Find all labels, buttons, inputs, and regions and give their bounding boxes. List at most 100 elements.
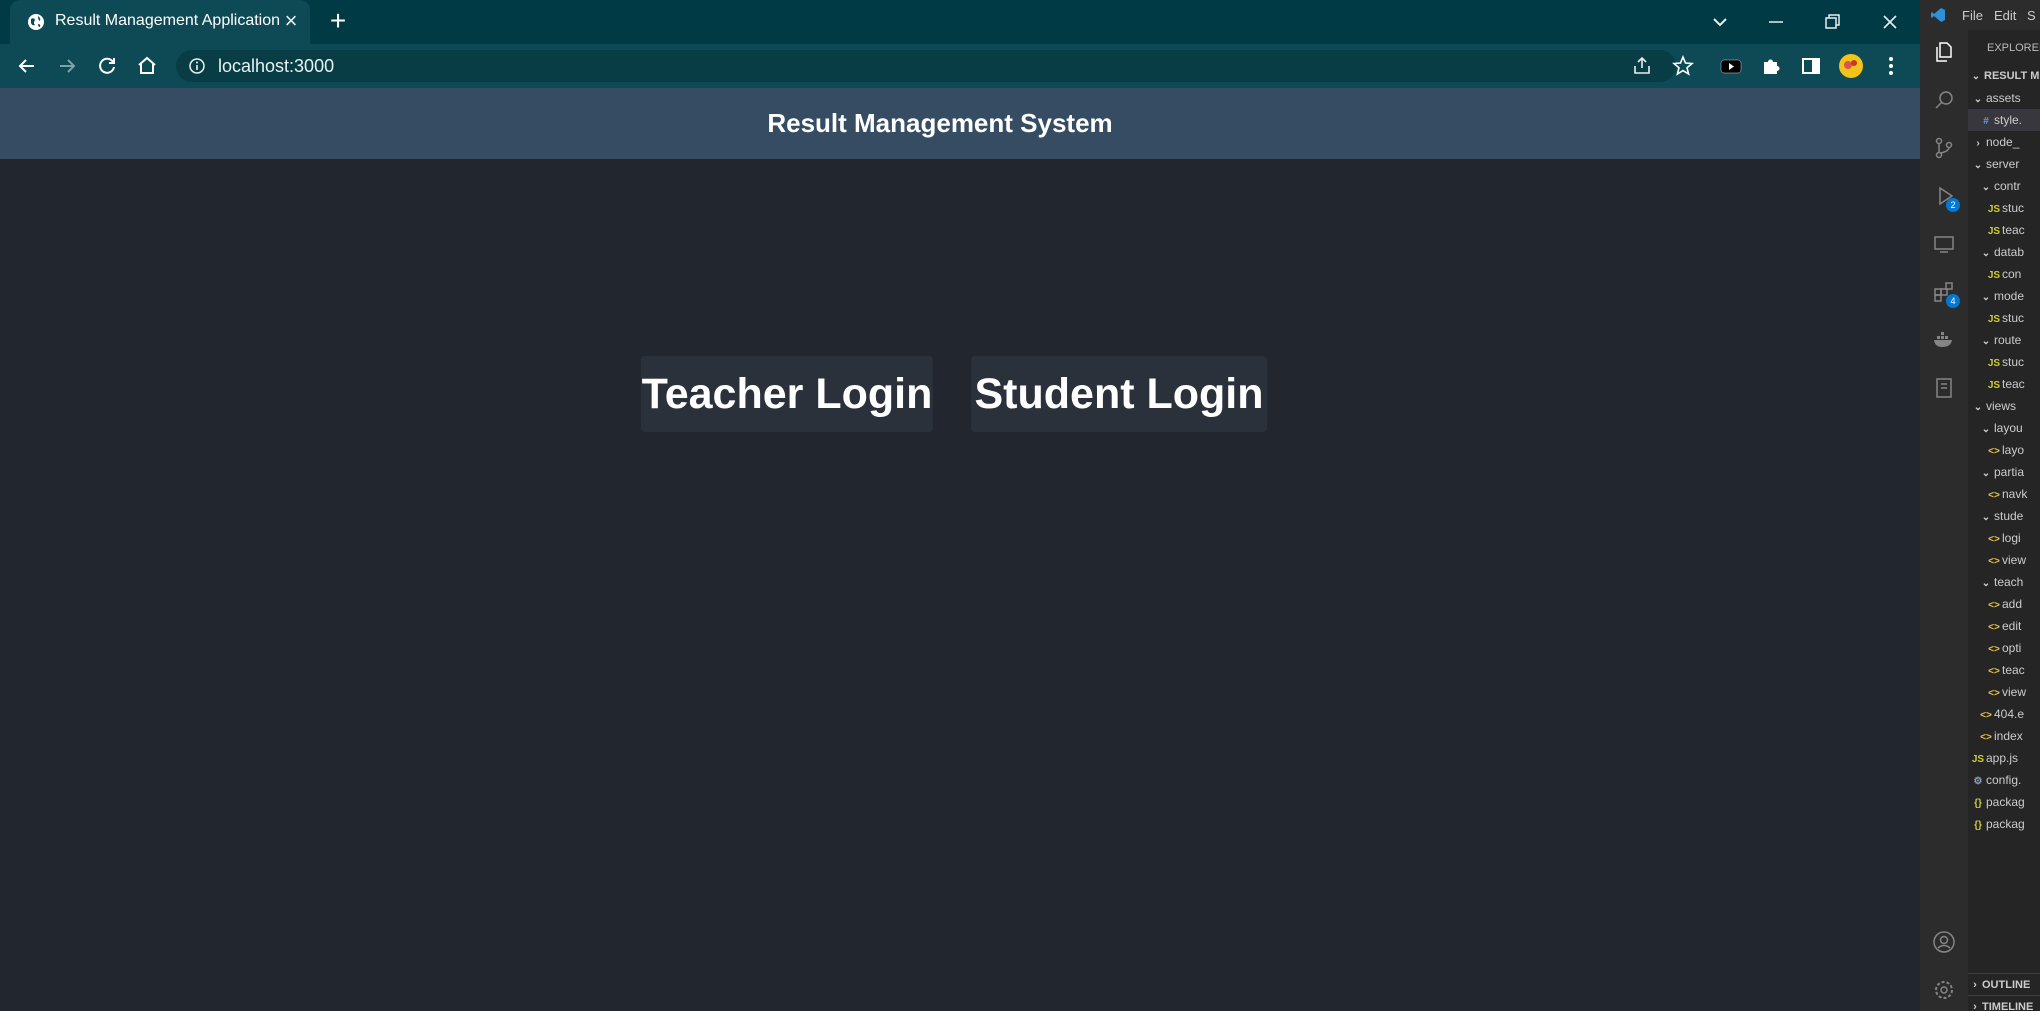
tree-item[interactable]: ⌄ stude <box>1968 505 2040 527</box>
restore-icon[interactable] <box>1818 8 1846 36</box>
browser-menu-icon[interactable] <box>1878 53 1904 79</box>
html-file-icon: <> <box>1988 622 2000 633</box>
tree-item[interactable]: <> layo <box>1968 439 2040 461</box>
tree-item[interactable]: ⌄ mode <box>1968 285 2040 307</box>
accounts-icon[interactable] <box>1932 930 1956 954</box>
url-text[interactable]: localhost:3000 <box>218 56 334 77</box>
gear-file-icon: ⚙ <box>1973 776 1983 787</box>
tree-item[interactable]: ⚙ config. <box>1968 769 2040 791</box>
tree-item[interactable]: › node_ <box>1968 131 2040 153</box>
tree-item[interactable]: JS con <box>1968 263 2040 285</box>
run-debug-badge: 2 <box>1946 198 1960 212</box>
tree-item-label: con <box>2002 267 2022 281</box>
html-file-icon: <> <box>1988 600 2000 611</box>
back-icon[interactable] <box>14 53 40 79</box>
tree-item[interactable]: {} packag <box>1968 813 2040 835</box>
tree-item-label: node_ <box>1986 135 2020 149</box>
tree-item[interactable]: JS stuc <box>1968 307 2040 329</box>
html-file-icon: <> <box>1980 732 1992 743</box>
tree-item[interactable]: ⌄ contr <box>1968 175 2040 197</box>
tree-item[interactable]: ⌄ layou <box>1968 417 2040 439</box>
forward-icon[interactable] <box>54 53 80 79</box>
js-file-icon: JS <box>1987 358 2001 369</box>
site-info-icon[interactable] <box>188 57 206 75</box>
extensions-puzzle-icon[interactable] <box>1758 53 1784 79</box>
menu-edit[interactable]: Edit <box>1994 8 2016 23</box>
tree-item[interactable]: JS teac <box>1968 219 2040 241</box>
tree-item-label: contr <box>1994 179 2021 193</box>
bookmark-star-icon[interactable] <box>1670 53 1696 79</box>
reload-icon[interactable] <box>94 53 120 79</box>
close-tab-icon[interactable]: × <box>280 10 302 32</box>
tree-item-label: edit <box>2002 619 2022 633</box>
tree-item[interactable]: <> 404.e <box>1968 703 2040 725</box>
tree-item[interactable]: <> opti <box>1968 637 2040 659</box>
explorer-files-icon[interactable] <box>1932 40 1956 64</box>
project-root[interactable]: ⌄ RESULT M <box>1968 65 2040 87</box>
search-icon[interactable] <box>1932 88 1956 112</box>
close-window-icon[interactable] <box>1876 8 1904 36</box>
remote-explorer-icon[interactable] <box>1932 232 1956 256</box>
browser-toolbar: localhost:3000 <box>0 44 1920 88</box>
address-bar[interactable]: localhost:3000 <box>176 50 1676 82</box>
youtube-extension-icon[interactable] <box>1718 53 1744 79</box>
tree-item-label: mode <box>1994 289 2025 303</box>
timeline-label: TIMELINE <box>1982 1001 2034 1011</box>
tree-item[interactable]: <> add <box>1968 593 2040 615</box>
run-debug-icon[interactable]: 2 <box>1932 184 1960 212</box>
chevron-icon: ⌄ <box>1973 402 1983 413</box>
menu-selection[interactable]: S <box>2027 8 2036 23</box>
teacher-login-button[interactable]: Teacher Login <box>641 356 933 432</box>
tree-item[interactable]: ⌄ assets <box>1968 87 2040 109</box>
notebook-icon[interactable] <box>1932 376 1956 400</box>
chevron-icon: ⌄ <box>1981 182 1991 193</box>
tree-item[interactable]: <> logi <box>1968 527 2040 549</box>
tree-item[interactable]: ⌄ views <box>1968 395 2040 417</box>
tree-item[interactable]: <> view <box>1968 549 2040 571</box>
tree-item[interactable]: ⌄ partia <box>1968 461 2040 483</box>
tree-item[interactable]: JS stuc <box>1968 197 2040 219</box>
tree-item-label: stuc <box>2002 355 2025 369</box>
tree-item[interactable]: ⌄ datab <box>1968 241 2040 263</box>
tree-item-label: logi <box>2002 531 2021 545</box>
tree-item[interactable]: JS stuc <box>1968 351 2040 373</box>
html-file-icon: <> <box>1988 688 2000 699</box>
chevron-icon: ⌄ <box>1981 248 1991 259</box>
tree-item[interactable]: # style. <box>1968 109 2040 131</box>
tree-item[interactable]: <> edit <box>1968 615 2040 637</box>
tree-item-label: route <box>1994 333 2022 347</box>
tree-item[interactable]: <> teac <box>1968 659 2040 681</box>
tree-item-label: opti <box>2002 641 2022 655</box>
tree-item[interactable]: ⌄ server <box>1968 153 2040 175</box>
html-file-icon: <> <box>1988 556 2000 567</box>
tree-item[interactable]: <> index <box>1968 725 2040 747</box>
profile-avatar-icon[interactable] <box>1838 53 1864 79</box>
tree-item[interactable]: <> navk <box>1968 483 2040 505</box>
tab-search-icon[interactable] <box>1706 8 1734 36</box>
tree-item[interactable]: JS teac <box>1968 373 2040 395</box>
extensions-icon[interactable]: 4 <box>1932 280 1960 308</box>
timeline-section[interactable]: › TIMELINE <box>1968 995 2040 1011</box>
chevron-icon: ⌄ <box>1981 512 1991 523</box>
student-login-button[interactable]: Student Login <box>971 356 1267 432</box>
tree-item[interactable]: {} packag <box>1968 791 2040 813</box>
source-control-icon[interactable] <box>1932 136 1956 160</box>
chevron-icon: ⌄ <box>1981 578 1991 589</box>
outline-section[interactable]: › OUTLINE <box>1968 973 2040 996</box>
tree-item[interactable]: ⌄ teach <box>1968 571 2040 593</box>
docker-icon[interactable] <box>1932 328 1956 352</box>
home-icon[interactable] <box>134 53 160 79</box>
side-panel-icon[interactable] <box>1798 53 1824 79</box>
minimize-icon[interactable] <box>1762 8 1790 36</box>
tree-item[interactable]: <> view <box>1968 681 2040 703</box>
chevron-icon: ⌄ <box>1981 336 1991 347</box>
browser-tab[interactable]: Result Management Application × <box>10 0 310 44</box>
menu-file[interactable]: File <box>1962 8 1983 23</box>
new-tab-icon[interactable]: + <box>325 7 351 35</box>
manage-gear-icon[interactable] <box>1932 978 1956 1002</box>
share-icon[interactable] <box>1631 55 1653 77</box>
tree-item-label: teac <box>2002 377 2025 391</box>
tree-item[interactable]: JS app.js <box>1968 747 2040 769</box>
tree-item-label: layo <box>2002 443 2025 457</box>
tree-item[interactable]: ⌄ route <box>1968 329 2040 351</box>
